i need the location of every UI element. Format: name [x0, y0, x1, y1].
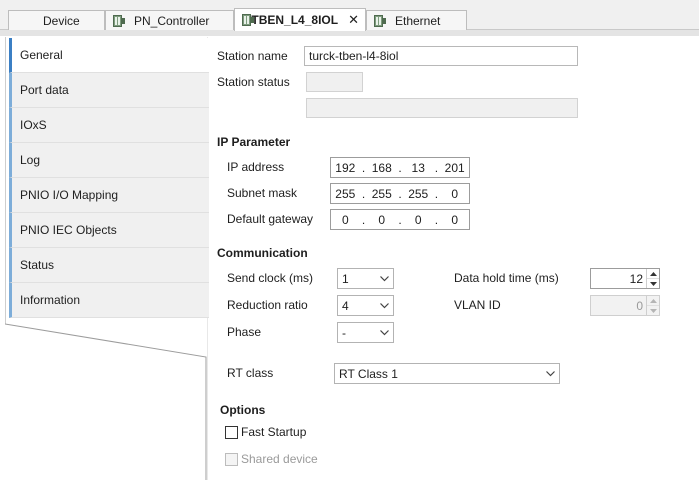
nav-item-label: Log [20, 153, 41, 167]
data-hold-time-value: 12 [629, 271, 643, 286]
ip-dot: . [398, 212, 402, 227]
editor-tab-strip: Device PN_Controller TBEN_L4_8IOL ✕ Ethe… [0, 0, 699, 36]
chevron-down-icon [375, 323, 393, 342]
ip-octet: 0 [451, 186, 459, 201]
spin-down-icon [647, 306, 659, 315]
rt-class-select[interactable]: RT Class 1 [334, 363, 560, 384]
plc-module-icon [373, 14, 387, 28]
send-clock-select[interactable]: 1 [337, 268, 394, 289]
nav-item-log[interactable]: Log [9, 143, 209, 178]
fast-startup-checkbox[interactable] [225, 426, 238, 439]
tab-label: Ethernet [395, 13, 441, 28]
phase-label: Phase [227, 325, 262, 339]
ip-octet: 13 [411, 160, 425, 175]
nav-item-label: PNIO IEC Objects [20, 223, 117, 237]
chevron-down-icon [375, 269, 393, 288]
tab-tben-l4-8iol[interactable]: TBEN_L4_8IOL ✕ [234, 8, 366, 31]
ip-parameter-heading: IP Parameter [217, 135, 291, 149]
tab-ethernet[interactable]: Ethernet [366, 10, 467, 30]
reduction-ratio-select[interactable]: 4 [337, 295, 394, 316]
ip-octet: 255 [371, 186, 392, 201]
default-gateway-input[interactable]: 0. 0. 0. 0 [330, 209, 470, 230]
station-status-label: Station status [217, 75, 290, 89]
default-gateway-label: Default gateway [227, 212, 314, 226]
data-hold-time-label: Data hold time (ms) [454, 271, 559, 285]
chevron-down-icon [541, 364, 559, 383]
nav-item-information[interactable]: Information [9, 283, 209, 318]
rt-class-label: RT class [227, 366, 274, 380]
close-icon[interactable]: ✕ [348, 12, 359, 28]
nav-item-label: Port data [20, 83, 69, 97]
ip-octet: 201 [444, 160, 465, 175]
tab-label: PN_Controller [134, 13, 210, 28]
station-name-label: Station name [217, 49, 288, 63]
ip-dot: . [398, 186, 402, 201]
spin-up-icon [647, 296, 659, 306]
phase-select[interactable]: - [337, 322, 394, 343]
tab-label: Device [43, 13, 80, 28]
ip-dot: . [361, 186, 366, 201]
ip-dot: . [434, 160, 439, 175]
station-status-text [306, 98, 578, 118]
shared-device-checkbox[interactable] [225, 453, 238, 466]
reduction-ratio-value: 4 [342, 298, 349, 313]
ip-dot: . [434, 212, 439, 227]
nav-item-pnio-io-mapping[interactable]: PNIO I/O Mapping [9, 178, 209, 213]
ip-octet: 168 [371, 160, 392, 175]
nav-item-port-data[interactable]: Port data [9, 73, 209, 108]
ip-octet: 192 [335, 160, 356, 175]
send-clock-value: 1 [342, 271, 349, 286]
ip-octet: 0 [378, 212, 386, 227]
nav-item-label: Status [20, 258, 55, 272]
phase-value: - [342, 325, 346, 340]
options-heading: Options [220, 403, 266, 417]
ip-address-input[interactable]: 192. 168. 13. 201 [330, 157, 470, 178]
subnet-mask-label: Subnet mask [227, 186, 298, 200]
station-status-indicator [306, 72, 363, 92]
tab-label: TBEN_L4_8IOL [251, 13, 339, 27]
ip-octet: 0 [341, 212, 349, 227]
spin-arrows[interactable] [646, 269, 659, 288]
ip-address-label: IP address [227, 160, 285, 174]
spin-up-icon[interactable] [647, 269, 659, 279]
ip-dot: . [398, 160, 402, 175]
spin-down-icon[interactable] [647, 279, 659, 288]
tab-pn-controller[interactable]: PN_Controller [105, 10, 234, 30]
reduction-ratio-label: Reduction ratio [227, 298, 308, 312]
device-editor-sidenav: General Port data IOxS Log PNIO I/O Mapp… [5, 37, 209, 480]
nav-item-general[interactable]: General [9, 38, 209, 73]
vlan-id-label: VLAN ID [454, 298, 501, 312]
nav-item-status[interactable]: Status [9, 248, 209, 283]
nav-item-label: PNIO I/O Mapping [20, 188, 119, 202]
ip-octet: 0 [414, 212, 422, 227]
ip-dot: . [361, 160, 366, 175]
nav-item-pnio-iec-objects[interactable]: PNIO IEC Objects [9, 213, 209, 248]
ip-octet: 255 [335, 186, 356, 201]
spin-arrows [646, 296, 659, 315]
subnet-mask-input[interactable]: 255. 255. 255. 0 [330, 183, 470, 204]
nav-item-label: Information [20, 293, 81, 307]
shared-device-label: Shared device [241, 452, 318, 466]
chevron-down-icon [375, 296, 393, 315]
vlan-id-stepper[interactable]: 0 [590, 295, 660, 316]
send-clock-label: Send clock (ms) [227, 271, 314, 285]
ip-dot: . [361, 212, 366, 227]
communication-heading: Communication [217, 246, 308, 260]
nav-item-label: General [20, 48, 63, 62]
data-hold-time-stepper[interactable]: 12 [590, 268, 660, 289]
fast-startup-label: Fast Startup [241, 425, 307, 439]
station-name-input[interactable]: turck-tben-l4-8iol [304, 46, 578, 66]
ip-octet: 0 [451, 212, 459, 227]
nav-item-ioxs[interactable]: IOxS [9, 108, 209, 143]
vlan-id-value: 0 [636, 298, 643, 313]
ip-dot: . [434, 186, 439, 201]
plc-module-icon [112, 14, 126, 28]
rt-class-value: RT Class 1 [339, 366, 398, 381]
tab-device[interactable]: Device [8, 10, 105, 30]
ip-octet: 255 [408, 186, 429, 201]
general-page: Station name turck-tben-l4-8iol Station … [208, 37, 699, 480]
nav-item-label: IOxS [20, 118, 47, 132]
plc-module-icon [241, 13, 254, 27]
